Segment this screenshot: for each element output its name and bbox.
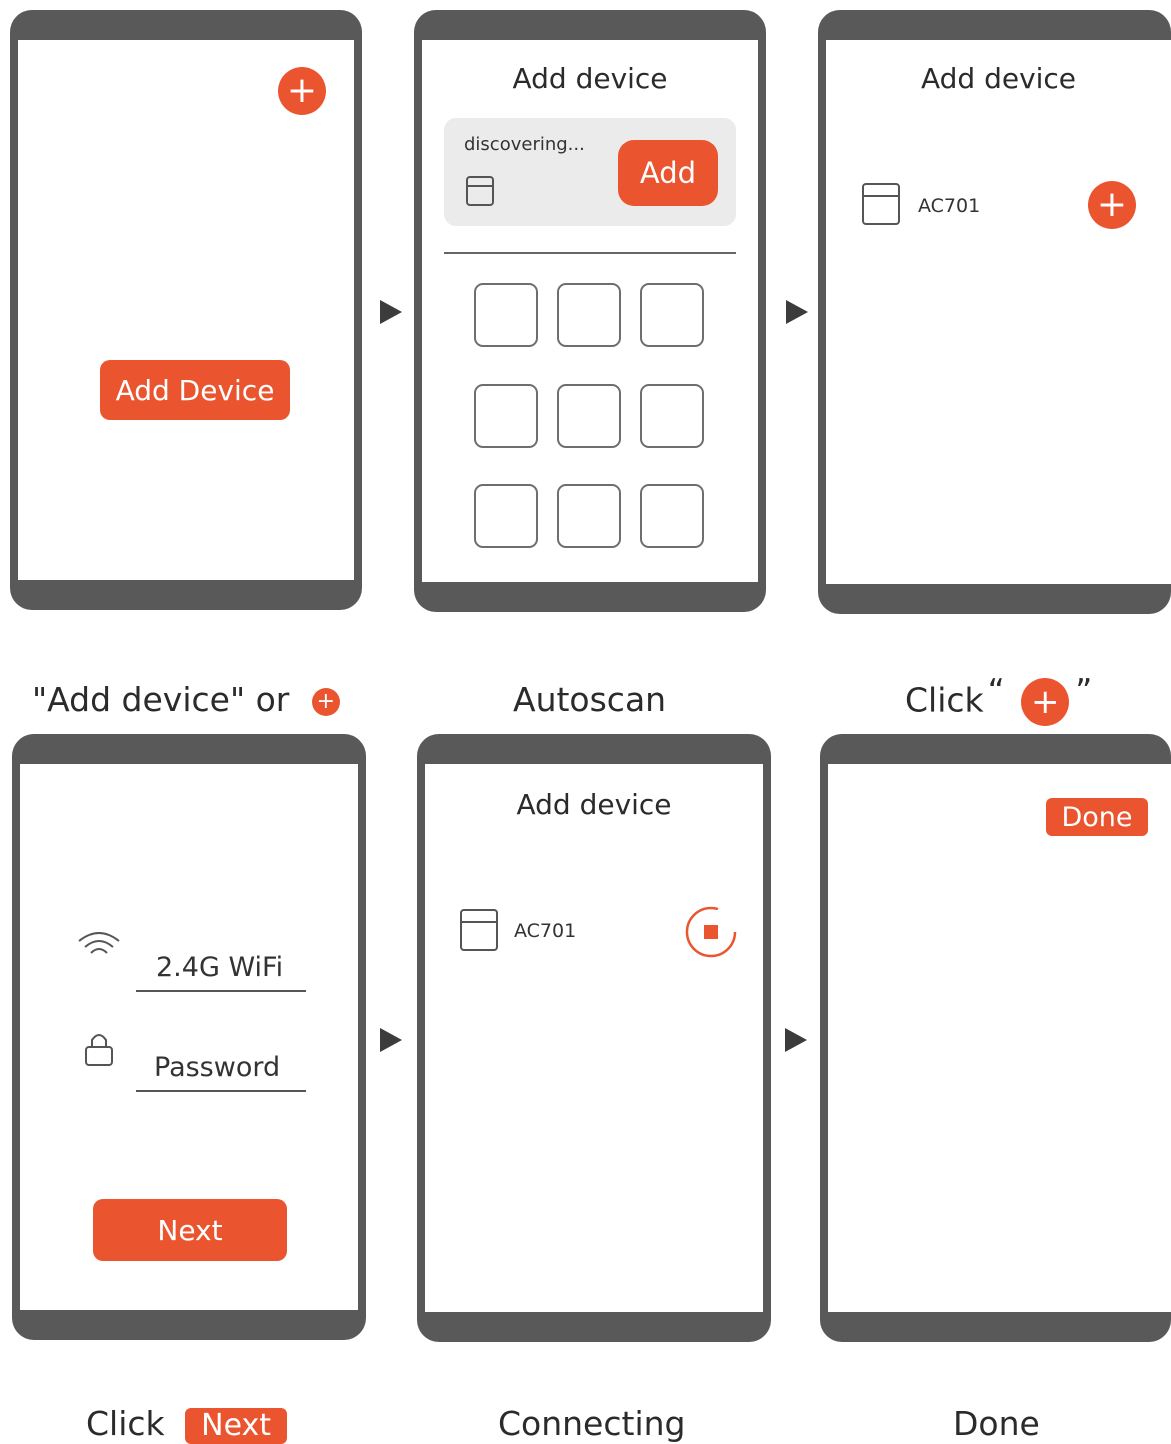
caption-step-4: Click Next xyxy=(86,1404,288,1444)
discovery-card: discovering... Add xyxy=(444,118,736,226)
screen-step-6: Done xyxy=(828,764,1171,1312)
wifi-field[interactable] xyxy=(136,990,306,992)
arrow-right-icon xyxy=(380,300,402,324)
device-tile[interactable] xyxy=(474,283,538,347)
phone-step-3: Add device AC701 + xyxy=(818,10,1171,614)
screen-step-1: + Add Device xyxy=(18,40,354,580)
connecting-spinner-icon xyxy=(685,906,737,958)
device-tile[interactable] xyxy=(640,384,704,448)
next-button[interactable]: Next xyxy=(93,1199,287,1261)
add-button[interactable]: Add xyxy=(618,140,718,206)
page-title: Add device xyxy=(512,62,668,95)
arrow-right-icon xyxy=(380,1028,402,1052)
screen-step-5: Add device AC701 xyxy=(425,764,763,1312)
device-name: AC701 xyxy=(514,920,577,942)
device-tile[interactable] xyxy=(474,384,538,448)
phone-step-6: Done xyxy=(820,734,1171,1342)
arrow-right-icon xyxy=(786,300,808,324)
done-button[interactable]: Done xyxy=(1046,798,1148,836)
caption-text: Click xyxy=(86,1404,165,1443)
page-title: Add device xyxy=(516,788,672,821)
device-icon xyxy=(460,909,498,951)
wifi-field-label: 2.4G WiFi xyxy=(156,952,284,983)
caption-text: "Add device" or xyxy=(32,680,290,719)
caption-step-5: Connecting xyxy=(498,1404,686,1443)
plus-icon: + xyxy=(1021,678,1070,726)
screen-step-3: Add device AC701 + xyxy=(826,40,1171,584)
device-tile[interactable] xyxy=(557,484,621,548)
lock-icon xyxy=(85,1034,113,1066)
phone-step-2: Add device discovering... Add xyxy=(414,10,766,612)
phone-step-5: Add device AC701 xyxy=(417,734,771,1342)
device-icon xyxy=(862,183,900,225)
caption-text: Click xyxy=(905,680,984,720)
plus-icon[interactable]: + xyxy=(278,67,326,115)
password-field[interactable] xyxy=(136,1090,306,1092)
device-icon xyxy=(466,176,494,206)
plus-icon: + xyxy=(311,687,340,716)
caption-step-3: Click “ +” xyxy=(905,671,1092,726)
caption-step-6: Done xyxy=(953,1404,1040,1443)
divider xyxy=(444,252,736,254)
screen-step-4: 2.4G WiFi Password Next xyxy=(20,764,358,1310)
phone-step-4: 2.4G WiFi Password Next xyxy=(12,734,366,1340)
plus-icon[interactable]: + xyxy=(1088,181,1136,229)
caption-quote-open: “ xyxy=(987,670,1005,710)
caption-step-2: Autoscan xyxy=(513,680,667,719)
next-badge: Next xyxy=(185,1407,288,1444)
phone-step-1: + Add Device xyxy=(10,10,362,610)
add-device-button[interactable]: Add Device xyxy=(100,360,290,420)
caption-quote-close: ” xyxy=(1075,670,1093,710)
screen-step-2: Add device discovering... Add xyxy=(422,40,758,582)
arrow-right-icon xyxy=(785,1028,807,1052)
device-tile[interactable] xyxy=(640,484,704,548)
discovering-status: discovering... xyxy=(464,134,585,155)
page-title: Add device xyxy=(920,62,1077,95)
caption-step-1: "Add device" or + xyxy=(32,680,340,719)
device-tile[interactable] xyxy=(557,283,621,347)
device-tile[interactable] xyxy=(474,484,538,548)
device-tile[interactable] xyxy=(640,283,704,347)
device-tile[interactable] xyxy=(557,384,621,448)
wifi-icon xyxy=(78,932,120,954)
device-name: AC701 xyxy=(918,195,981,217)
password-field-label: Password xyxy=(154,1052,281,1083)
